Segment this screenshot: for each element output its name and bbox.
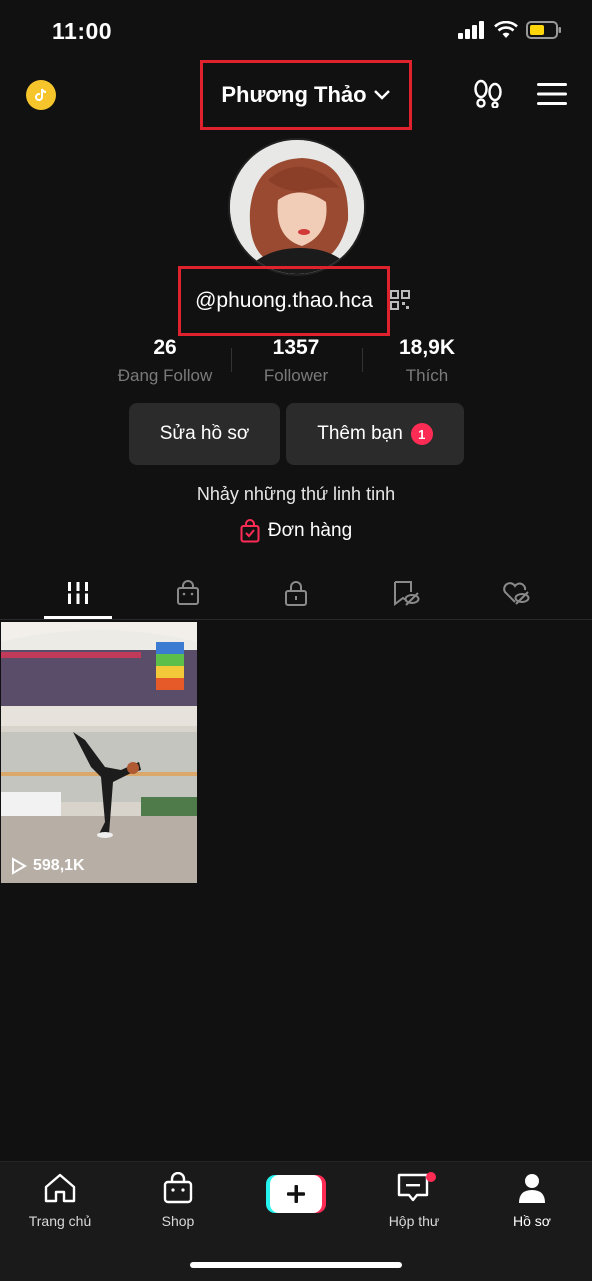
nav-shop[interactable]: Shop — [128, 1171, 228, 1229]
followers-count: 1357 — [272, 336, 320, 359]
avatar[interactable] — [228, 138, 366, 276]
video-thumbnail[interactable]: 598,1K — [1, 622, 197, 883]
following-count: 26 — [153, 336, 177, 359]
play-icon — [12, 857, 27, 875]
view-count-text: 598,1K — [33, 857, 85, 874]
likes-label: Thích — [405, 366, 449, 385]
status-time: 11:00 — [52, 18, 113, 44]
shop-bag-icon — [177, 580, 199, 605]
nav-shop-label: Shop — [161, 1213, 195, 1229]
tab-saved[interactable] — [386, 578, 426, 608]
orders-link[interactable]: Đơn hàng — [0, 519, 592, 543]
coin-icon[interactable] — [26, 80, 56, 110]
footprints-icon[interactable] — [472, 78, 504, 108]
wifi-icon — [494, 21, 518, 38]
nav-profile-label: Hồ sơ — [513, 1213, 551, 1229]
stat-likes[interactable]: 18,9K Thích — [362, 336, 492, 386]
notification-badge: 1 — [410, 423, 433, 445]
tab-shop[interactable] — [168, 578, 208, 608]
video-preview-image — [1, 622, 197, 883]
nav-home-label: Trang chủ — [28, 1213, 92, 1229]
bio-text: Nhảy những thứ linh tinh — [196, 484, 396, 504]
nav-inbox-label: Hộp thư — [388, 1213, 440, 1229]
tab-private[interactable] — [276, 578, 316, 608]
nav-profile[interactable]: Hồ sơ — [482, 1172, 582, 1229]
stat-following[interactable]: 26 Đang Follow — [100, 336, 230, 386]
followers-label: Follower — [263, 366, 329, 385]
profile-icon — [519, 1174, 545, 1203]
stat-followers[interactable]: 1357 Follower — [231, 336, 361, 386]
account-switcher[interactable]: Phương Thảo — [200, 60, 412, 130]
signal-icon — [458, 21, 484, 39]
plus-icon — [266, 1175, 326, 1213]
active-tab-indicator — [44, 616, 112, 619]
nav-inbox[interactable]: Hộp thư — [364, 1172, 464, 1229]
lock-icon — [285, 581, 307, 606]
shop-icon — [163, 1171, 193, 1204]
likes-count: 18,9K — [398, 336, 456, 359]
bookmark-hidden-icon — [394, 581, 420, 606]
videos-grid-icon — [66, 582, 90, 604]
tab-videos[interactable] — [58, 578, 98, 608]
username-handle: @phuong.thao.hca — [178, 266, 390, 336]
qr-code-icon[interactable] — [390, 290, 410, 310]
tab-liked[interactable] — [496, 578, 536, 608]
add-friends-button[interactable]: Thêm bạn 1 — [286, 403, 464, 465]
shopping-bag-icon — [240, 519, 260, 543]
profile-tabs — [0, 570, 592, 620]
liked-hidden-icon — [503, 582, 530, 605]
view-count: 598,1K — [11, 857, 85, 875]
edit-profile-button[interactable]: Sửa hồ sơ — [129, 403, 280, 465]
following-label: Đang Follow — [117, 366, 213, 385]
orders-label: Đơn hàng — [267, 520, 353, 541]
edit-profile-label: Sửa hồ sơ — [159, 423, 250, 444]
battery-icon — [526, 21, 561, 39]
home-indicator — [190, 1262, 402, 1268]
home-icon — [44, 1173, 76, 1203]
display-name: Phương Thảo — [221, 82, 367, 107]
add-friends-label: Thêm bạn — [317, 423, 403, 444]
handle-text: @phuong.thao.hca — [195, 289, 373, 312]
create-button[interactable] — [266, 1175, 326, 1213]
nav-home[interactable]: Trang chủ — [10, 1172, 110, 1229]
inbox-icon — [397, 1172, 436, 1202]
chevron-down-icon — [373, 90, 390, 100]
menu-icon[interactable] — [537, 82, 567, 106]
status-icons — [458, 20, 562, 40]
